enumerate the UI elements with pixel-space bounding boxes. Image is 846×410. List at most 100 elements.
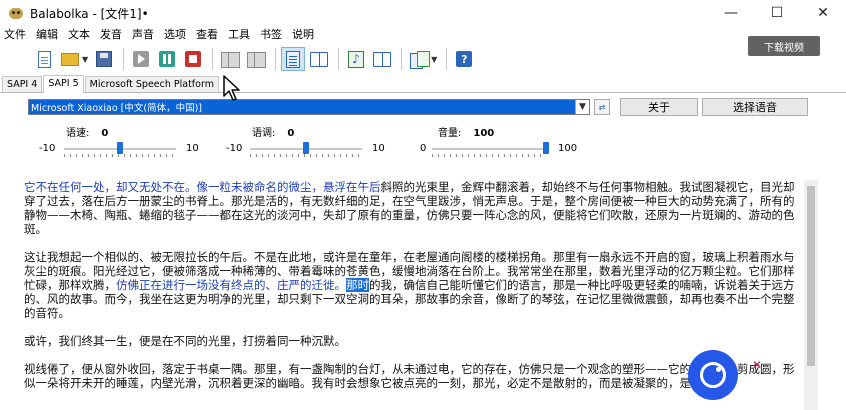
new-document-icon (37, 50, 51, 68)
paragraph-2: 这让我想起一个相似的、被无限拉长的午后。不是在此地，或许是在童年，在老屋通向阁楼… (24, 250, 804, 320)
camera-icon (700, 362, 726, 388)
toolbar-separator (401, 48, 403, 70)
volume-track[interactable] (432, 148, 546, 150)
pages-forward-icon (247, 51, 267, 68)
pause-button[interactable] (155, 47, 179, 71)
arrows-icon: ⇄ (598, 102, 606, 112)
toolbar-separator (123, 48, 125, 70)
batch-dropdown-arrow[interactable]: ▼ (431, 55, 437, 64)
menu-speech[interactable]: 声音 (132, 26, 154, 42)
menu-help[interactable]: 说明 (292, 26, 314, 42)
volume-slider-group: 音量: 100 0 100 (418, 124, 588, 160)
about-button[interactable]: 关于 (620, 98, 698, 116)
toolbar-separator (338, 48, 340, 70)
editor-scrollbar[interactable] (804, 180, 818, 410)
help-icon: ? (456, 51, 473, 67)
screen-recorder-button[interactable] (688, 350, 738, 400)
split-audio-button[interactable] (370, 47, 394, 71)
paragraph-3: 或许，我们终其一生，便是在不同的光里，打捞着同一种沉默。 (24, 334, 346, 348)
menu-bar: 文件 编辑 文本 发音 声音 选项 查看 工具 书签 说明 (0, 26, 846, 42)
audio-file-icon (348, 50, 365, 68)
dictionary-button[interactable] (307, 47, 331, 71)
rate-max: 10 (186, 143, 199, 154)
scrollbar-thumb[interactable] (807, 186, 815, 366)
volume-ticks (432, 154, 546, 157)
current-word-selection: 那时 (346, 278, 369, 292)
tab-sapi4[interactable]: SAPI 4 (2, 76, 43, 92)
download-video-overlay[interactable]: 下载视频 (748, 36, 820, 56)
pitch-slider-group: 语调: 0 -10 10 (224, 124, 394, 160)
spoken-highlight: 它不在任何一处，却又无处不在。像一粒未被命名的微尘，悬浮在午后 (24, 180, 381, 194)
balabolka-app-icon (8, 5, 24, 21)
toolbar-separator (446, 48, 448, 70)
rate-ticks (64, 154, 176, 157)
new-file-button[interactable] (32, 47, 56, 71)
menu-file[interactable]: 文件 (4, 26, 26, 42)
paragraph-1: 它不在任何一处，却又无处不在。像一粒未被命名的微尘，悬浮在午后斜照的光束里，金辉… (24, 180, 804, 236)
stop-button[interactable] (181, 47, 205, 71)
pitch-value: 0 (287, 128, 295, 139)
stop-icon (185, 51, 202, 67)
text-document-icon (286, 50, 301, 68)
open-file-button[interactable] (58, 47, 82, 71)
book-icon (310, 51, 329, 67)
floppy-icon (96, 51, 113, 67)
menu-tools[interactable]: 工具 (228, 26, 250, 42)
read-aloud-button[interactable] (129, 47, 153, 71)
volume-label: 音量: 100 (438, 128, 495, 139)
batch-files-icon (410, 50, 431, 69)
spoken-highlight-2: 仿佛正在进行一场没有终点的、庄严的迁徙。 (116, 278, 346, 292)
toolbar-separator (275, 48, 277, 70)
menu-bookmarks[interactable]: 书签 (260, 26, 282, 42)
open-dropdown-arrow[interactable]: ▼ (82, 55, 88, 64)
folder-icon (61, 52, 79, 66)
play-icon (133, 51, 150, 67)
toolbar-separator (212, 48, 214, 70)
pages-back-icon (221, 51, 241, 68)
volume-max: 100 (558, 143, 578, 154)
window-title: Balabolka - [文件1]• (30, 6, 149, 21)
volume-slider-thumb[interactable] (543, 142, 549, 154)
batch-convert-button[interactable] (407, 47, 431, 71)
pitch-label: 语调: 0 (252, 128, 295, 139)
tab-speech-platform[interactable]: Microsoft Speech Platform (84, 76, 219, 92)
help-button[interactable]: ? (452, 47, 476, 71)
volume-value: 100 (473, 128, 495, 139)
mouse-cursor-icon (223, 75, 240, 101)
menu-pronunciation[interactable]: 发音 (100, 26, 122, 42)
rate-min: -10 (39, 143, 56, 154)
menu-text[interactable]: 文本 (68, 26, 90, 42)
read-mode-button[interactable] (281, 47, 306, 71)
voice-settings-button[interactable]: ⇄ (594, 99, 610, 115)
toolbar: ▼ ▼ ? (0, 43, 846, 75)
pause-icon (159, 51, 176, 67)
rate-label: 语速: 0 (66, 128, 109, 139)
save-button[interactable] (92, 47, 116, 71)
next-sentence-button[interactable] (244, 47, 268, 71)
tab-sapi5[interactable]: SAPI 5 (43, 75, 84, 93)
select-voice-button[interactable]: 选择语音 (702, 98, 808, 116)
pitch-min: -10 (226, 143, 243, 154)
prev-sentence-button[interactable] (218, 47, 242, 71)
recorder-close-icon[interactable]: ✕ (752, 358, 762, 372)
chevron-down-icon[interactable]: ▼ (575, 100, 589, 114)
volume-min: 0 (420, 143, 427, 154)
menu-edit[interactable]: 编辑 (36, 26, 58, 42)
rate-value: 0 (101, 128, 109, 139)
save-audio-button[interactable] (344, 47, 368, 71)
voice-select-value: Microsoft Xiaoxiao [中文(简体，中国)] (31, 103, 202, 114)
pitch-ticks (250, 154, 362, 157)
audio-book-icon (373, 51, 392, 67)
menu-view[interactable]: 查看 (196, 26, 218, 42)
text-editor[interactable]: 它不在任何一处，却又无处不在。像一粒未被命名的微尘，悬浮在午后斜照的光束里，金辉… (24, 180, 804, 410)
maximize-button[interactable]: ☐ (754, 0, 800, 26)
close-button[interactable]: ✕ (800, 0, 846, 26)
rate-slider-thumb[interactable] (117, 142, 123, 154)
pitch-slider-thumb[interactable] (303, 142, 309, 154)
window-controls: — ☐ ✕ (708, 0, 846, 26)
rate-slider-group: 语速: 0 -10 10 (36, 124, 206, 160)
paragraph-4: 视线倦了，便从窗外收回，落定于书桌一隅。那里，有一盏陶制的台灯，从未通过电，它的… (24, 362, 795, 390)
menu-options[interactable]: 选项 (164, 26, 186, 42)
voice-select[interactable]: Microsoft Xiaoxiao [中文(简体，中国)] ▼ (28, 99, 590, 115)
minimize-button[interactable]: — (708, 0, 754, 26)
